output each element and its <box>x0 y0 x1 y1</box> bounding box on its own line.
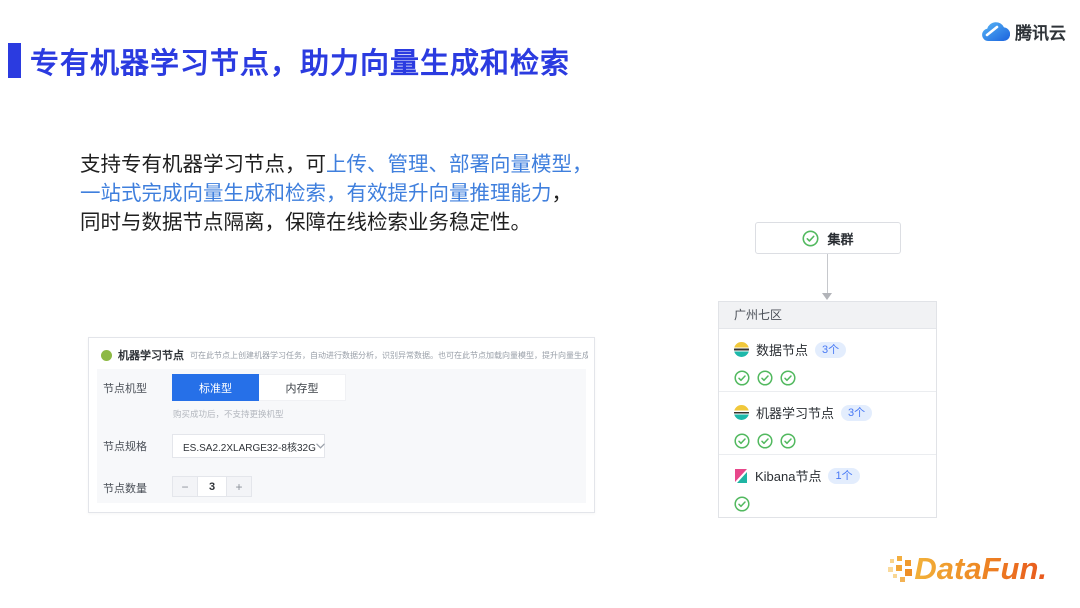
check-circle-icon <box>780 370 796 386</box>
node-count-value[interactable]: 3 <box>198 476 226 497</box>
node-label: 机器学习节点 <box>756 406 835 421</box>
intro-paragraph: 支持专有机器学习节点，可上传、管理、部署向量模型， 一站式完成向量生成和检索，有… <box>80 150 600 237</box>
datafun-logo: DataFun. <box>888 551 1047 587</box>
check-circle-icon <box>802 230 819 247</box>
panel-description: 可在此节点上创建机器学习任务，自动进行数据分析，识别异常数据。也可在此节点加载向… <box>190 350 588 360</box>
tencent-cloud-logo: 腾讯云 <box>980 19 1066 44</box>
elasticsearch-icon <box>734 342 749 357</box>
intro-line-1: 支持专有机器学习节点，可上传、管理、部署向量模型， <box>80 152 593 176</box>
node-label: 数据节点 <box>756 343 809 358</box>
panel-header: 机器学习节点 可在此节点上创建机器学习任务，自动进行数据分析，识别异常数据。也可… <box>101 347 588 363</box>
tab-standard[interactable]: 标准型 <box>172 374 259 401</box>
tab-memory[interactable]: 内存型 <box>259 374 346 401</box>
zone-header: 广州七区 <box>719 302 936 329</box>
tencent-cloud-label: 腾讯云 <box>1015 24 1066 43</box>
legend-dot-icon <box>101 349 112 361</box>
elasticsearch-icon <box>734 405 749 420</box>
ml-node-config-panel: 机器学习节点 可在此节点上创建机器学习任务，自动进行数据分析，识别异常数据。也可… <box>88 337 595 513</box>
kibana-icon <box>734 469 748 483</box>
title-accent-bar <box>8 43 21 78</box>
node-row: 机器学习节点 3个 <box>734 403 921 422</box>
datafun-wordmark: DataFun. <box>914 551 1047 586</box>
node-count-stepper: − 3 + <box>172 476 252 497</box>
connector-arrowhead-icon <box>822 293 832 300</box>
health-checks <box>734 433 921 449</box>
intro-line-2: 一站式完成向量生成和检索，有效提升向量推理能力， <box>80 181 572 205</box>
machine-type-label: 节点机型 <box>103 383 147 395</box>
node-label: Kibana节点 <box>755 469 822 484</box>
machine-type-tabs: 标准型 内存型 <box>172 374 346 401</box>
page-title: 专有机器学习节点，助力向量生成和检索 <box>30 48 571 80</box>
cloud-icon <box>982 21 1010 41</box>
node-section-kibana: Kibana节点 1个 <box>719 455 936 517</box>
check-circle-icon <box>734 496 750 512</box>
zone-box: 广州七区 数据节点 3个 机器学习节点 3个 Kibana节点 1个 <box>718 301 937 518</box>
spec-dropdown[interactable]: ES.SA2.2XLARGE32-8核32G <box>172 434 325 458</box>
cluster-label: 集群 <box>827 231 854 247</box>
health-checks <box>734 370 921 386</box>
increment-button[interactable]: + <box>226 476 252 497</box>
decrement-button[interactable]: − <box>172 476 198 497</box>
count-badge: 1个 <box>828 467 860 484</box>
check-circle-icon <box>780 433 796 449</box>
check-circle-icon <box>757 370 773 386</box>
check-circle-icon <box>734 433 750 449</box>
count-badge: 3个 <box>841 404 873 421</box>
node-section-data: 数据节点 3个 <box>719 329 936 392</box>
spec-label: 节点规格 <box>103 441 147 453</box>
panel-title: 机器学习节点 <box>118 350 184 362</box>
health-checks <box>734 496 921 512</box>
count-badge: 3个 <box>815 341 847 358</box>
spec-dropdown-value: ES.SA2.2XLARGE32-8核32G <box>183 442 316 454</box>
count-label: 节点数量 <box>103 483 147 495</box>
node-section-ml: 机器学习节点 3个 <box>719 392 936 455</box>
check-circle-icon <box>734 370 750 386</box>
chevron-down-icon <box>316 443 325 449</box>
node-row: Kibana节点 1个 <box>734 466 921 485</box>
connector-line <box>827 254 828 293</box>
machine-type-hint: 购买成功后，不支持更换机型 <box>173 409 284 419</box>
intro-line-3: 同时与数据节点隔离，保障在线检索业务稳定性。 <box>80 210 531 234</box>
datafun-dots-icon <box>888 553 914 585</box>
cluster-box: 集群 <box>755 222 901 254</box>
node-row: 数据节点 3个 <box>734 340 921 359</box>
check-circle-icon <box>757 433 773 449</box>
